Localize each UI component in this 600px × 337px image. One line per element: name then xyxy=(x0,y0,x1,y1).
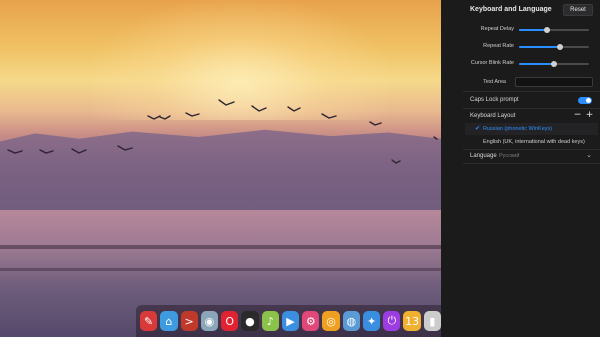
divider xyxy=(463,108,600,109)
repeat-rate-slider[interactable] xyxy=(519,44,589,50)
app-icon[interactable]: ● xyxy=(241,311,259,331)
dock: ✎ ⌂ > ◉ O ● ♪ ▶ ⚙ ◎ ◍ ✦ ⏻ 13 ▮ xyxy=(136,305,441,337)
terminal-icon[interactable]: > xyxy=(180,311,198,331)
keyboard-language-settings: Keyboard and Language Reset Repeat Delay… xyxy=(463,0,600,337)
test-area-input[interactable] xyxy=(515,77,593,87)
toggle-knob xyxy=(586,98,591,103)
flying-birds xyxy=(7,99,438,164)
power-icon[interactable]: ⏻ xyxy=(383,311,401,331)
language-value: Русский xyxy=(499,153,520,159)
language-label: Language xyxy=(470,153,497,159)
launcher-icon[interactable]: ✎ xyxy=(140,311,158,331)
check-icon: ✔ xyxy=(475,125,481,132)
divider xyxy=(463,91,600,92)
browser-icon[interactable]: ◉ xyxy=(200,311,219,331)
globe-icon[interactable]: ◍ xyxy=(342,311,360,331)
language-row[interactable]: Language Русский ⌄ xyxy=(463,150,600,162)
slider-fill xyxy=(519,29,547,31)
layout-name: English (UK, international with dead key… xyxy=(483,139,585,145)
reset-button[interactable]: Reset xyxy=(563,4,593,16)
repeat-delay-slider[interactable] xyxy=(519,27,589,33)
divider xyxy=(463,163,600,164)
repeat-delay-label: Repeat Delay xyxy=(480,26,514,32)
video-icon[interactable]: ▶ xyxy=(281,311,300,331)
desktop-wallpaper: ✎ ⌂ > ◉ O ● ♪ ▶ ⚙ ◎ ◍ ✦ ⏻ 13 ▮ xyxy=(0,0,441,337)
chevron-down-icon: ⌄ xyxy=(586,151,592,159)
slider-handle[interactable] xyxy=(556,44,563,50)
keyboard-layout-header: Keyboard Layout − + xyxy=(463,110,600,122)
cursor-blink-rate-slider[interactable] xyxy=(519,61,589,67)
page-title: Keyboard and Language xyxy=(470,6,552,13)
cursor-blink-rate-row: Cursor Blink Rate xyxy=(463,57,600,71)
trash-icon[interactable]: ▮ xyxy=(423,311,441,331)
layout-name: Russian (phonetic WinKeys) xyxy=(483,126,553,132)
layout-item-english-uk[interactable]: English (UK, international with dead key… xyxy=(465,136,598,148)
add-layout-button[interactable]: + xyxy=(585,111,594,120)
slider-fill xyxy=(519,46,560,48)
cursor-blink-rate-label: Cursor Blink Rate xyxy=(470,60,514,66)
opera-icon[interactable]: O xyxy=(221,311,239,331)
apps-icon[interactable]: ✦ xyxy=(362,311,381,331)
repeat-rate-row: Repeat Rate xyxy=(463,40,600,54)
keyboard-layout-label: Keyboard Layout xyxy=(470,113,516,119)
slider-handle[interactable] xyxy=(544,27,550,33)
file-manager-icon[interactable]: ⌂ xyxy=(160,311,178,331)
sync-icon[interactable]: ◎ xyxy=(322,311,340,331)
slider-handle[interactable] xyxy=(551,61,557,67)
caps-lock-row: Caps Lock prompt xyxy=(463,93,600,107)
layout-item-russian[interactable]: ✔ Russian (phonetic WinKeys) xyxy=(465,123,598,135)
slider-fill xyxy=(519,63,554,65)
caps-lock-toggle[interactable] xyxy=(578,97,592,104)
repeat-rate-label: Repeat Rate xyxy=(483,43,514,49)
calendar-icon[interactable]: 13 xyxy=(403,311,421,331)
test-area-label: Test Area xyxy=(483,79,506,85)
panel-header: Keyboard and Language Reset xyxy=(463,0,600,20)
repeat-delay-row: Repeat Delay xyxy=(463,23,600,37)
caps-lock-label: Caps Lock prompt xyxy=(470,97,519,103)
music-icon[interactable]: ♪ xyxy=(261,311,279,331)
remove-layout-button[interactable]: − xyxy=(573,111,582,120)
settings-icon[interactable]: ⚙ xyxy=(302,311,320,331)
